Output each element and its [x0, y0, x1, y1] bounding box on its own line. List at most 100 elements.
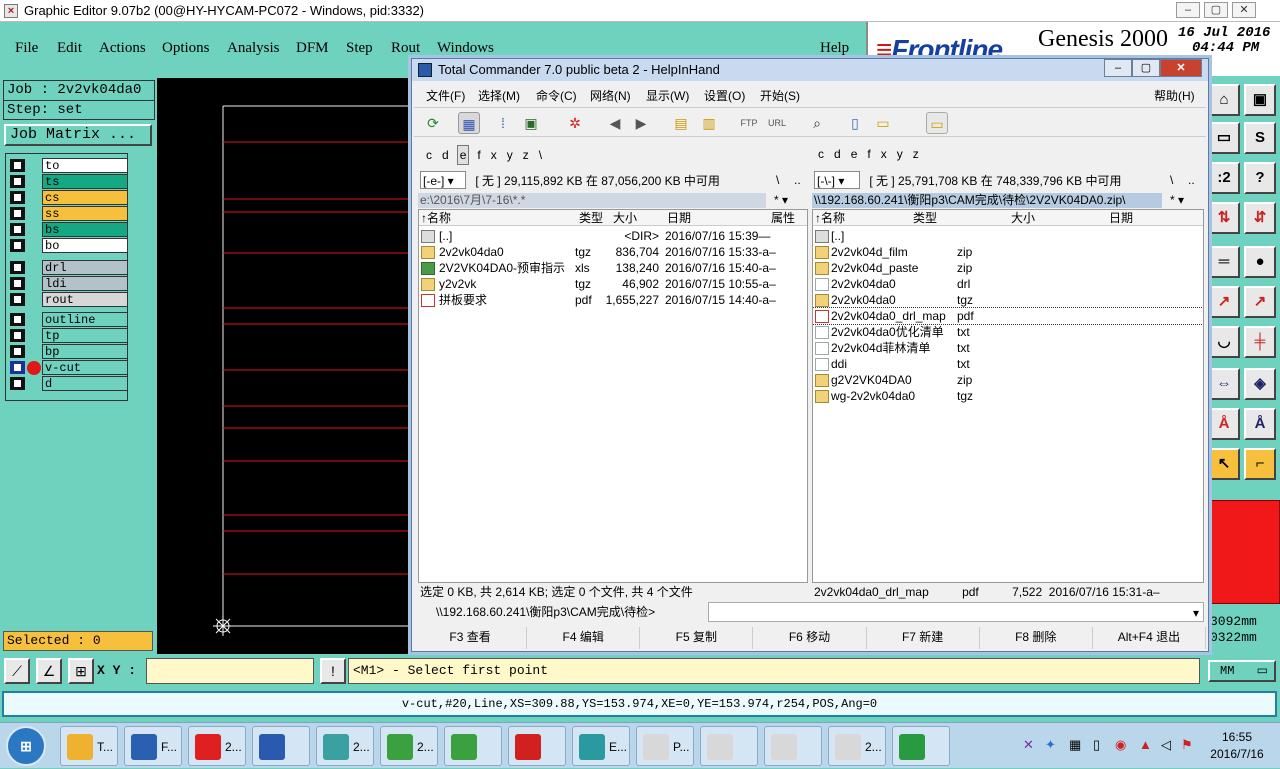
right-root-button[interactable]: \	[1170, 171, 1173, 189]
layer-checkbox[interactable]	[10, 175, 25, 188]
file-row[interactable]: 2v2vk04d_film zip	[813, 244, 1203, 260]
help-icon[interactable]: ?	[1244, 162, 1276, 194]
drive-d[interactable]: d	[440, 146, 451, 164]
taskbar-button[interactable]	[508, 726, 566, 766]
taskbar-button[interactable]: E...	[572, 726, 630, 766]
left-root-button[interactable]: \	[776, 171, 779, 189]
layer-compare-icon[interactable]: ⇅	[1208, 202, 1240, 234]
record-icon[interactable]: ●	[1244, 246, 1276, 278]
drive-z[interactable]: z	[521, 146, 531, 164]
right-up-button[interactable]: ..	[1188, 171, 1195, 189]
refresh-icon[interactable]: ⟳	[422, 112, 444, 134]
tc-menu-network[interactable]: 网络(N)	[590, 87, 631, 104]
tc-minimize-button[interactable]: –	[1104, 59, 1132, 77]
drive-y[interactable]: y	[895, 145, 905, 163]
tray-app-icon[interactable]: ✦	[1045, 737, 1056, 753]
layer-checkbox[interactable]	[10, 207, 25, 220]
layer-swap-icon[interactable]: ⇵	[1244, 202, 1276, 234]
search-icon[interactable]: ⌕	[806, 112, 828, 134]
taskbar-button[interactable]: 2...	[188, 726, 246, 766]
tc-menu-select[interactable]: 选择(M)	[478, 87, 520, 104]
layer-row-bs[interactable]: bs	[8, 222, 128, 237]
taskbar-button[interactable]	[764, 726, 822, 766]
f7-mkdir-button[interactable]: F7 新建	[867, 627, 980, 649]
tray-device-icon[interactable]: ▯	[1093, 737, 1100, 753]
tray-volume-icon[interactable]: ◁	[1161, 737, 1171, 753]
file-row[interactable]: 2v2vk04da0 tgz	[813, 292, 1203, 308]
taskbar-button[interactable]: 2...	[316, 726, 374, 766]
layer-row-ss[interactable]: ss	[8, 206, 128, 221]
shapes-icon[interactable]: ◈	[1244, 368, 1276, 400]
layer-checkbox[interactable]	[10, 159, 25, 172]
col-name[interactable]: ↑名称	[421, 210, 451, 226]
xy-input[interactable]	[146, 658, 314, 684]
open-folder-icon[interactable]: ▭	[926, 112, 948, 134]
snap-icon[interactable]: S	[1244, 122, 1276, 154]
left-drive-select[interactable]: [-e-] ▾	[420, 171, 466, 189]
drive-c[interactable]: c	[424, 146, 434, 164]
col-date[interactable]: 日期	[1109, 210, 1133, 226]
taskbar-button[interactable]	[252, 726, 310, 766]
right-file-panel[interactable]: ↑名称 类型 大小 日期 [..] 2v2vk04d_film zip 2v2vk04…	[812, 209, 1204, 583]
drive-e[interactable]: e	[849, 145, 860, 163]
f8-delete-button[interactable]: F8 删除	[980, 627, 1093, 649]
total-commander-window[interactable]: Total Commander 7.0 public beta 2 - Help…	[411, 58, 1209, 652]
drive-x[interactable]: x	[879, 145, 889, 163]
f4-edit-button[interactable]: F4 编辑	[527, 627, 641, 649]
layer-row-to[interactable]: to	[8, 158, 128, 173]
layer-row-outline[interactable]: outline	[8, 312, 128, 327]
taskbar-button[interactable]: 2...	[380, 726, 438, 766]
tray-x-icon[interactable]: ✕	[1023, 737, 1034, 753]
taskbar-button[interactable]	[892, 726, 950, 766]
layer-name[interactable]: ts	[42, 174, 128, 189]
snap-angle-icon[interactable]: ∠	[36, 658, 62, 684]
grid-icon[interactable]: ⊞	[68, 658, 94, 684]
layer-name[interactable]: d	[42, 376, 128, 391]
back-icon[interactable]: ◀	[604, 112, 626, 134]
menu-edit[interactable]: Edit	[57, 40, 82, 57]
drive-f[interactable]: f	[475, 146, 482, 164]
ratio-icon[interactable]: :2	[1208, 162, 1240, 194]
drive-f[interactable]: f	[865, 145, 872, 163]
layer-row-tp[interactable]: tp	[8, 328, 128, 343]
layer-name[interactable]: to	[42, 158, 128, 173]
drive-c[interactable]: c	[816, 145, 826, 163]
layer-checkbox[interactable]	[10, 361, 25, 374]
tc-menu-view[interactable]: 显示(W)	[646, 87, 689, 104]
layer-name[interactable]: ss	[42, 206, 128, 221]
menu-dfm[interactable]: DFM	[296, 40, 329, 57]
file-row[interactable]: 2v2vk04da0 tgz 836,704 2016/07/16 15:33-a–	[419, 244, 807, 260]
menu-actions[interactable]: Actions	[99, 40, 146, 57]
layer-checkbox[interactable]	[10, 261, 25, 274]
menu-windows[interactable]: Windows	[437, 40, 494, 57]
detail-view-icon[interactable]: ⁞	[492, 112, 514, 134]
col-attr[interactable]: 属性	[771, 210, 795, 226]
col-type[interactable]: 类型	[579, 210, 603, 226]
file-row[interactable]: 2v2vk04d菲林清单 txt	[813, 340, 1203, 356]
taskbar-button[interactable]: T...	[60, 726, 118, 766]
layer-name[interactable]: v-cut	[42, 360, 128, 375]
menu-step[interactable]: Step	[346, 40, 373, 57]
menu-rout[interactable]: Rout	[391, 40, 420, 57]
pack-icon[interactable]: ▤	[670, 112, 692, 134]
col-type[interactable]: 类型	[913, 210, 937, 226]
layer-checkbox[interactable]	[10, 377, 25, 390]
snap-corner-icon[interactable]: ⟋	[4, 658, 30, 684]
tc-menu-help[interactable]: 帮助(H)	[1154, 87, 1195, 104]
taskbar-button[interactable]: F...	[124, 726, 182, 766]
layer-name[interactable]: outline	[42, 312, 128, 327]
col-date[interactable]: 日期	[667, 210, 691, 226]
layer-checkbox[interactable]	[10, 277, 25, 290]
unpack-icon[interactable]: ▥	[698, 112, 720, 134]
file-row[interactable]: [..] <DIR> 2016/07/16 15:39—	[419, 228, 807, 244]
notepad-icon[interactable]: ▯	[844, 112, 866, 134]
units-selector[interactable]: MM ▭	[1208, 660, 1276, 682]
contour-icon[interactable]: ╪	[1244, 326, 1276, 358]
f3-view-button[interactable]: F3 查看	[414, 627, 528, 649]
layer-name[interactable]: drl	[42, 260, 128, 275]
transform-icon[interactable]: ⇔	[1208, 368, 1240, 400]
url-icon[interactable]: URL	[766, 112, 788, 134]
left-up-button[interactable]: ..	[794, 171, 801, 189]
layer-checkbox[interactable]	[10, 345, 25, 358]
drive-network[interactable]: \	[537, 146, 544, 164]
